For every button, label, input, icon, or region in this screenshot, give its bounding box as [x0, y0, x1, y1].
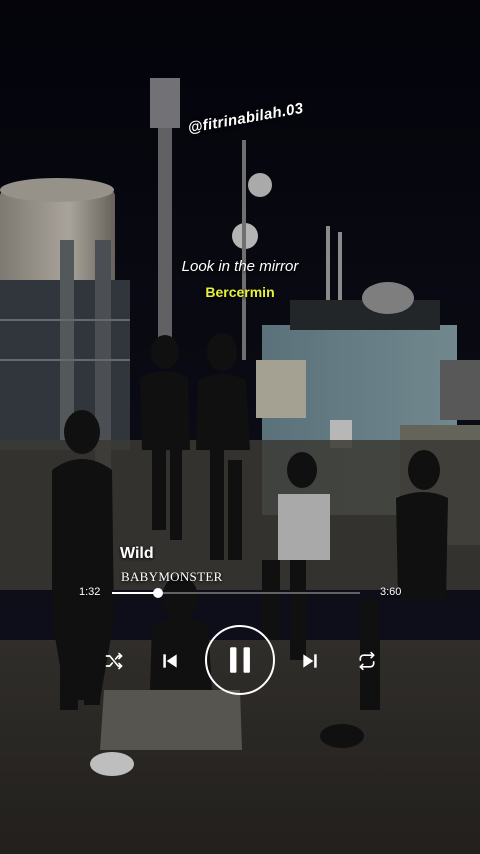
- video-frame: @fitrinabilah.03 Look in the mirror Berc…: [0, 0, 480, 854]
- skip-next-icon: [303, 654, 317, 668]
- song-title: Wild: [120, 545, 154, 562]
- pause-icon: [230, 647, 250, 673]
- progress-bar[interactable]: [112, 588, 360, 598]
- total-time: 3:60: [380, 586, 402, 598]
- repeat-icon: [359, 651, 375, 671]
- next-button[interactable]: [298, 648, 322, 674]
- lyric-current-line: Look in the mirror: [181, 258, 299, 275]
- shuffle-icon: [105, 652, 123, 670]
- previous-button[interactable]: [158, 648, 182, 674]
- progress-fill: [112, 592, 158, 594]
- skip-previous-icon: [163, 654, 177, 668]
- elapsed-time: 1:32: [79, 586, 101, 598]
- song-artist: BABYMONSTER: [121, 569, 223, 584]
- lyric-translation-line: Bercermin: [205, 284, 275, 300]
- play-pause-button[interactable]: [205, 625, 275, 695]
- shuffle-button[interactable]: [103, 650, 125, 672]
- creator-watermark: @fitrinabilah.03: [186, 99, 305, 137]
- repeat-button[interactable]: [355, 649, 379, 673]
- progress-knob[interactable]: [152, 588, 163, 598]
